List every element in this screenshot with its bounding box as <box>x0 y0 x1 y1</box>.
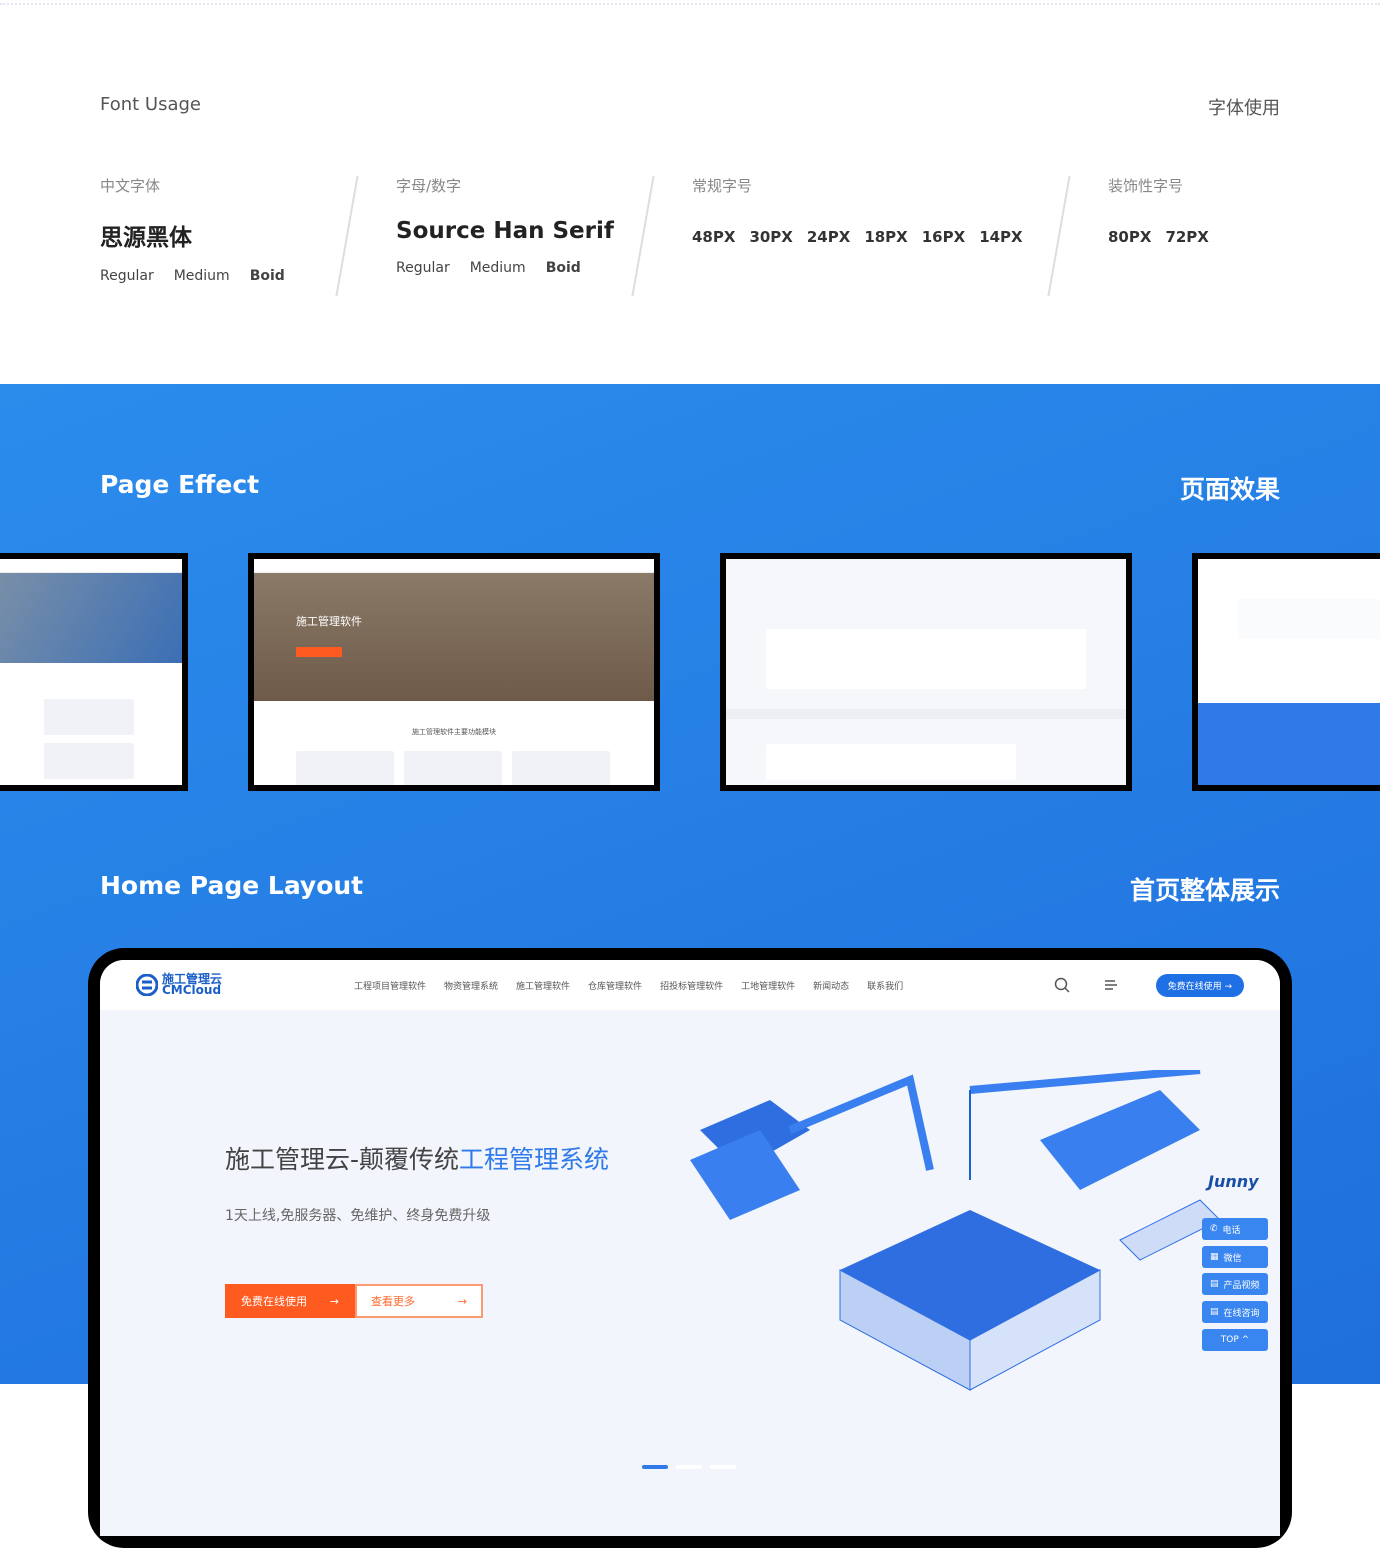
site-preview: 施工管理云 CMCloud 工程项目管理软件 物资管理系统 施工管理软件 仓库管理… <box>100 960 1280 1536</box>
divider <box>1047 176 1071 296</box>
brand-logo: Junny <box>1208 1172 1259 1191</box>
carousel-dot[interactable] <box>642 1465 668 1469</box>
menu-item[interactable]: 新闻动态 <box>813 979 849 992</box>
font-usage-title: Font Usage <box>100 94 201 115</box>
chat-icon: ▤ <box>1210 1307 1219 1317</box>
top-divider <box>0 3 1380 5</box>
font-col-decorative: 装饰性字号 80PX 72PX <box>1108 177 1209 246</box>
try-free-button[interactable]: 免费在线使用 → <box>1155 973 1244 997</box>
thumb-3[interactable] <box>720 553 1132 791</box>
menu-item[interactable]: 招投标管理软件 <box>660 979 723 992</box>
back-to-top-button[interactable]: TOP ^ <box>1202 1329 1268 1351</box>
side-wechat-button[interactable]: ▦ 微信 <box>1202 1246 1268 1268</box>
qr-icon: ▦ <box>1210 1252 1219 1262</box>
menu-item[interactable]: 工程项目管理软件 <box>354 979 426 992</box>
side-video-button[interactable]: ▤ 产品视频 <box>1202 1273 1268 1295</box>
thumb-1[interactable] <box>0 553 188 791</box>
side-consult-button[interactable]: ▤ 在线咨询 <box>1202 1301 1268 1323</box>
side-phone-button[interactable]: ✆ 电话 <box>1202 1218 1268 1240</box>
divider <box>631 176 655 296</box>
site-logo[interactable]: 施工管理云 CMCloud <box>136 973 222 996</box>
page-effect-title-cn: 页面效果 <box>1179 475 1280 504</box>
home-layout-title-cn: 首页整体展示 <box>1129 876 1280 905</box>
hero-subtitle: 1天上线,免服务器、免维护、终身免费升级 <box>225 1208 491 1224</box>
site-menu: 工程项目管理软件 物资管理系统 施工管理软件 仓库管理软件 招投标管理软件 工地… <box>354 979 903 992</box>
thumb-4[interactable] <box>1192 553 1380 791</box>
logo-icon <box>136 974 158 996</box>
font-col-chinese: 中文字体 思源黑体 Regular Medium Boid <box>100 177 285 284</box>
carousel-dot[interactable] <box>710 1465 736 1469</box>
menu-item[interactable]: 物资管理系统 <box>444 979 498 992</box>
site-navbar: 施工管理云 CMCloud 工程项目管理软件 物资管理系统 施工管理软件 仓库管理… <box>100 960 1280 1010</box>
divider <box>335 176 359 296</box>
menu-item[interactable]: 联系我们 <box>867 979 903 992</box>
carousel-dots <box>642 1465 736 1469</box>
home-layout-title: Home Page Layout <box>100 871 364 900</box>
menu-item[interactable]: 仓库管理软件 <box>588 979 642 992</box>
hero-title: 施工管理云-颠覆传统工程管理系统 <box>225 1145 610 1174</box>
menu-item[interactable]: 施工管理软件 <box>516 979 570 992</box>
free-use-button[interactable]: 免费在线使用 → <box>225 1284 355 1318</box>
search-icon[interactable] <box>1054 977 1070 993</box>
menu-icon[interactable] <box>1104 978 1118 992</box>
construction-illustration <box>690 1070 1221 1391</box>
menu-item[interactable]: 工地管理软件 <box>741 979 795 992</box>
video-icon: ▤ <box>1210 1279 1219 1289</box>
device-frame: 施工管理云 CMCloud 工程项目管理软件 物资管理系统 施工管理软件 仓库管理… <box>88 948 1292 1548</box>
view-more-button[interactable]: 查看更多 → <box>355 1284 483 1318</box>
thumb-2[interactable]: 施工管理软件 施工管理软件主要功能模块 <box>248 553 660 791</box>
phone-icon: ✆ <box>1210 1224 1218 1234</box>
page-effect-title: Page Effect <box>100 470 260 499</box>
font-col-latin: 字母/数字 Source Han Serif Regular Medium Boid <box>396 177 614 276</box>
font-usage-title-cn: 字体使用 <box>1208 98 1280 119</box>
font-col-sizes: 常规字号 48PX 30PX 24PX 18PX 16PX 14PX <box>692 177 1023 246</box>
carousel-dot[interactable] <box>676 1465 702 1469</box>
